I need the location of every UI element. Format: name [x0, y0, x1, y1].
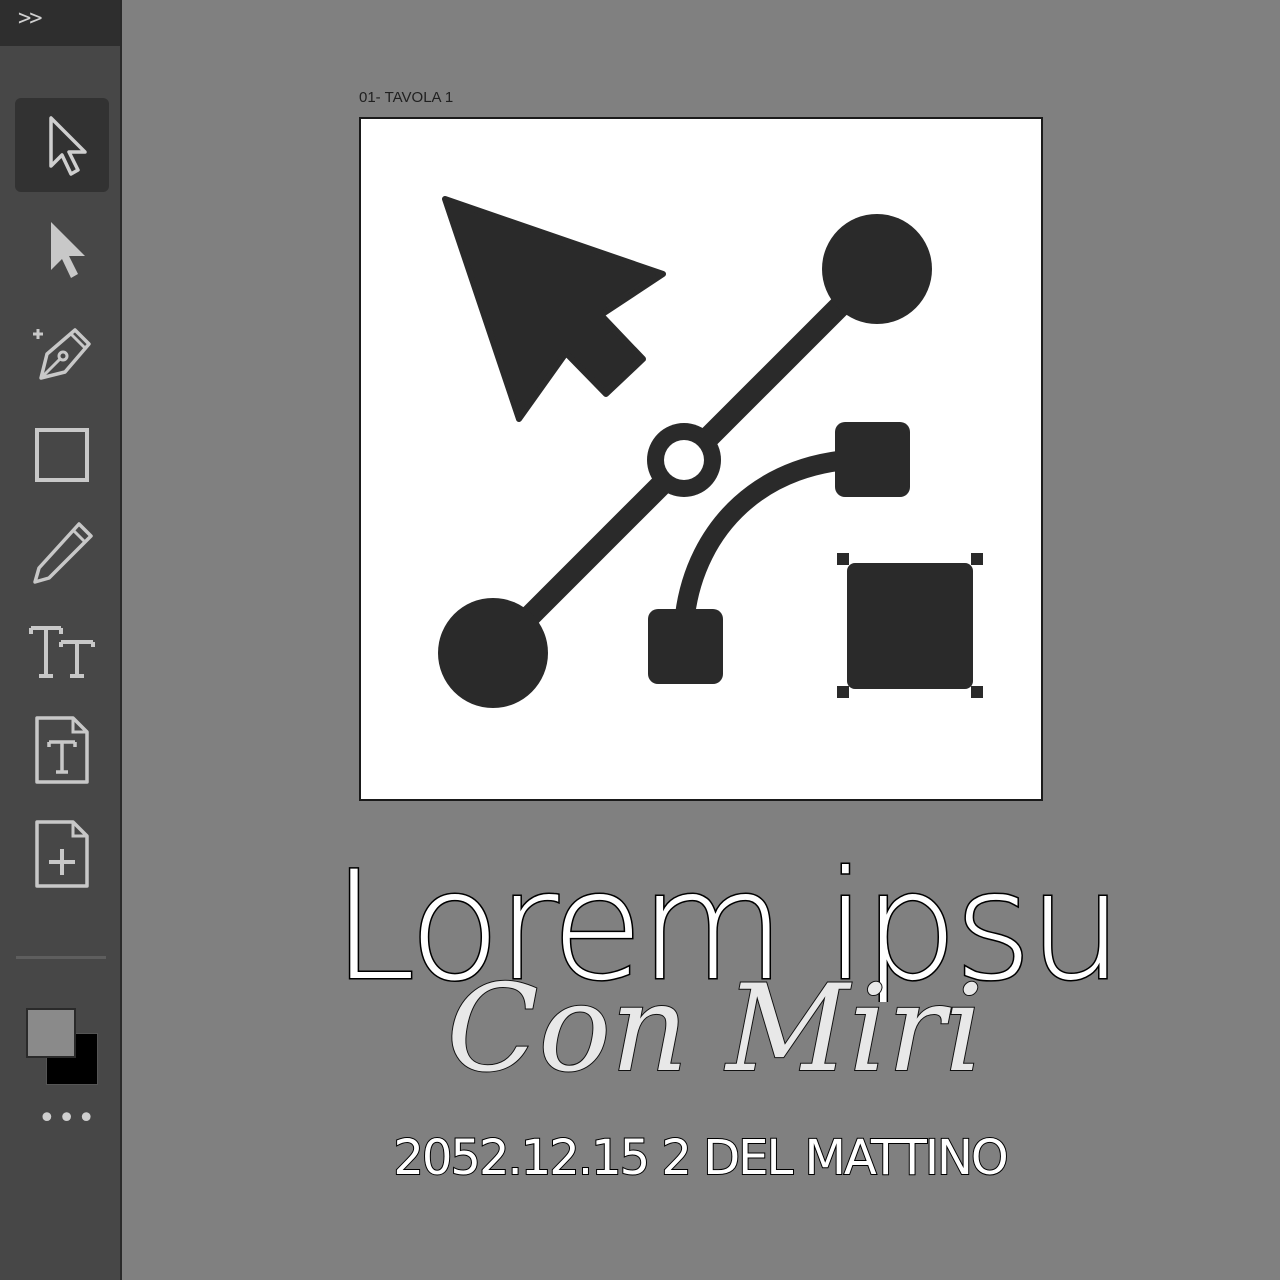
curve-handle-top	[835, 422, 910, 497]
overlay-script-text: Con Miri	[446, 960, 984, 1099]
anchor-bottom-left	[438, 598, 548, 708]
pencil-tool-button[interactable]	[15, 506, 109, 600]
tools-sidebar: >> •••	[0, 0, 122, 1280]
anchor-top-right	[822, 214, 932, 324]
expand-panel-button[interactable]: >>	[18, 6, 42, 31]
rectangle-tool-button[interactable]	[15, 408, 109, 502]
more-tools-button[interactable]: •••	[38, 1104, 97, 1134]
selection-tool-button[interactable]	[15, 98, 109, 192]
pen-plus-icon	[33, 328, 91, 380]
text-file-tool-button[interactable]	[15, 702, 109, 796]
sidebar-header: >>	[0, 0, 120, 46]
pen-tool-button[interactable]	[15, 306, 109, 400]
arrow-outline-icon	[49, 116, 87, 176]
arrow-filled-icon	[51, 222, 85, 278]
artboard-label: 01- TAVOLA 1	[359, 89, 454, 106]
pencil-icon	[33, 522, 93, 584]
curve-handle-bottom	[648, 609, 723, 684]
overlay-date: 2052.12.15 2 DEL MATTINO	[392, 1130, 1009, 1186]
vector-tools-illustration	[438, 196, 983, 708]
selected-square	[847, 563, 973, 689]
type-tool-button[interactable]	[15, 604, 109, 698]
text-document-icon	[35, 716, 89, 784]
artboard[interactable]	[359, 117, 1043, 801]
arrow-cursor-shape	[442, 196, 666, 422]
rectangle-icon	[35, 428, 89, 482]
direct-selection-tool-button[interactable]	[15, 202, 109, 296]
type-tt-icon	[29, 626, 95, 678]
fill-color-swatch[interactable]	[26, 1008, 76, 1058]
